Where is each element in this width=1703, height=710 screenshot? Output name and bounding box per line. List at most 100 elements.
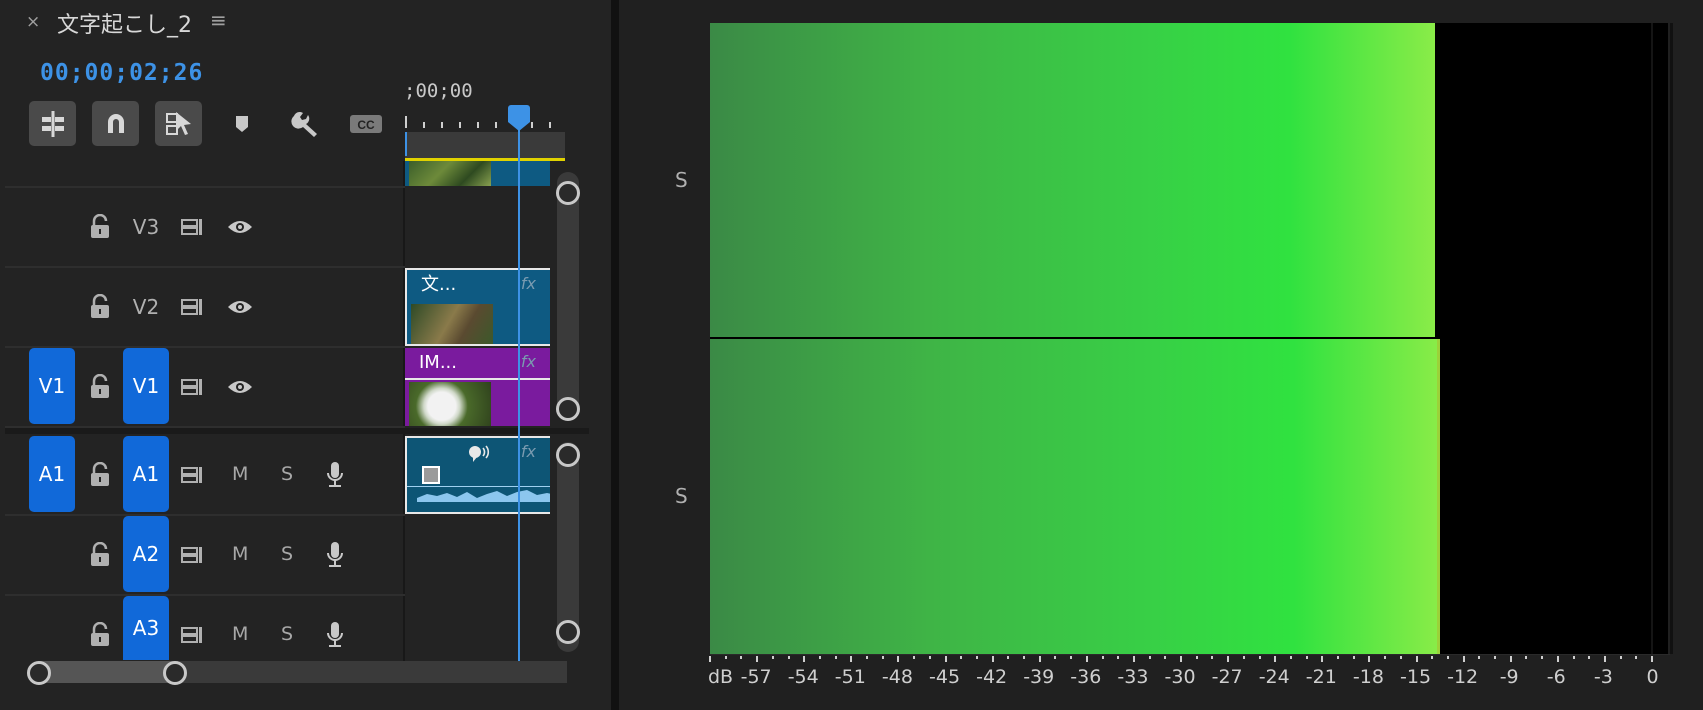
db-scale-tick [756, 656, 759, 662]
voice-over-record-mic-icon[interactable] [321, 539, 349, 571]
snap-button[interactable] [92, 101, 139, 146]
toggle-output-eye-icon[interactable] [225, 374, 255, 400]
db-scale-tick [1148, 656, 1151, 659]
db-scale-label: -9 [1499, 666, 1519, 688]
db-scale-tick [1368, 656, 1371, 662]
db-scale-tick [803, 656, 806, 662]
sync-lock-icon[interactable] [179, 374, 207, 400]
db-scale-tick [1635, 656, 1638, 659]
db-scale-label: dB [708, 666, 734, 688]
db-scale-tick [1509, 656, 1512, 662]
db-scale-tick [1023, 656, 1025, 659]
db-scale-tick [1305, 656, 1308, 659]
video-tracks-scrollbar[interactable] [557, 172, 579, 420]
solo-button-a3[interactable]: S [281, 623, 293, 645]
track-name-a2[interactable]: A2 [123, 516, 169, 592]
db-scale-tick [740, 656, 743, 659]
solo-button-a1[interactable]: S [281, 463, 293, 485]
db-scale-tick [1525, 656, 1528, 659]
track-name-v2[interactable]: V2 [123, 295, 169, 319]
close-tab-icon[interactable]: × [26, 12, 40, 32]
sync-lock-icon[interactable] [179, 462, 207, 488]
time-ruler-ticks[interactable] [405, 112, 565, 132]
sync-lock-icon[interactable] [179, 294, 207, 320]
sequence-tab-title[interactable]: 文字起こし_2 [57, 7, 192, 39]
track-name-a1[interactable]: A1 [123, 436, 169, 512]
lock-track-icon[interactable] [86, 621, 114, 649]
lock-track-icon[interactable] [86, 373, 114, 401]
db-scale-label: -24 [1258, 666, 1290, 688]
keyframe-handle[interactable] [422, 466, 440, 484]
timeline-panel: × 文字起こし_2 ≡ 00;00;02;26 CC ;00;00 V3 V2 … [0, 0, 611, 710]
db-scale-tick [787, 656, 790, 659]
insert-nest-button[interactable] [29, 101, 76, 146]
scroll-handle-bottom[interactable] [556, 620, 580, 644]
timeline-settings-button[interactable] [281, 101, 328, 146]
playhead-line[interactable] [518, 122, 520, 662]
db-scale-tick [1289, 656, 1292, 659]
panel-divider[interactable] [611, 0, 619, 710]
source-patch-v1[interactable]: V1 [29, 348, 75, 424]
clip-a1-audio[interactable]: fx [405, 436, 550, 514]
db-scale-tick [913, 656, 916, 659]
lock-track-icon[interactable] [86, 461, 114, 489]
playhead-timecode[interactable]: 00;00;02;26 [40, 60, 203, 86]
meter-bar-channel-1 [710, 23, 1436, 337]
db-scale-tick [1132, 656, 1135, 662]
db-scale-label: -57 [740, 666, 772, 688]
add-marker-button[interactable] [218, 101, 265, 146]
clip-v1-image[interactable]: IM... fx [405, 348, 550, 426]
scroll-handle-top[interactable] [556, 443, 580, 467]
toggle-output-eye-icon[interactable] [225, 294, 255, 320]
db-scale-label: -54 [787, 666, 819, 688]
channel-label-1[interactable]: S [675, 168, 688, 192]
track-name-v3[interactable]: V3 [123, 215, 169, 239]
db-scale-tick [1227, 656, 1230, 662]
mute-button-a3[interactable]: M [232, 623, 248, 645]
clip-partial-top[interactable] [405, 161, 550, 186]
solo-button-a2[interactable]: S [281, 543, 293, 565]
linked-selection-icon [165, 111, 191, 135]
db-scale-label: 0 [1646, 666, 1659, 688]
sync-lock-icon[interactable] [179, 622, 207, 648]
panel-menu-icon[interactable]: ≡ [210, 8, 227, 32]
fx-badge: fx [520, 274, 536, 293]
db-scale-tick [1274, 656, 1277, 662]
zoom-handle-left[interactable] [27, 661, 51, 685]
db-scale-label: -3 [1593, 666, 1613, 688]
video-audio-separator[interactable] [5, 428, 589, 434]
zoom-handle-right[interactable] [163, 661, 187, 685]
lock-track-icon[interactable] [86, 541, 114, 569]
db-scale-tick [897, 656, 900, 662]
mute-button-a2[interactable]: M [232, 543, 248, 565]
track-name-v1[interactable]: V1 [123, 348, 169, 424]
toggle-output-eye-icon[interactable] [225, 214, 255, 240]
zoom-scrollbar-thumb[interactable] [40, 661, 178, 683]
db-scale-tick [991, 656, 994, 662]
sync-lock-icon[interactable] [179, 214, 207, 240]
db-scale-label: -6 [1546, 666, 1566, 688]
playhead-handle[interactable] [508, 105, 530, 122]
voice-over-record-mic-icon[interactable] [321, 459, 349, 491]
mute-button-a1[interactable]: M [232, 463, 248, 485]
clip-v2-graphic[interactable]: 文... fx [405, 268, 550, 346]
scroll-handle-top[interactable] [556, 181, 580, 205]
db-scale-tick [1588, 656, 1591, 659]
fx-badge: fx [520, 442, 536, 461]
linked-selection-button[interactable] [155, 101, 202, 146]
channel-label-2[interactable]: S [675, 484, 688, 508]
db-scale-tick [866, 656, 868, 659]
lock-track-icon[interactable] [86, 213, 114, 241]
track-name-a3[interactable]: A3 [123, 596, 169, 660]
scroll-handle-bottom[interactable] [556, 397, 580, 421]
captions-button[interactable]: CC [342, 101, 389, 146]
lock-track-icon[interactable] [86, 293, 114, 321]
work-area-bar[interactable] [405, 132, 565, 158]
captions-cc-icon: CC [349, 114, 382, 133]
source-patch-a1[interactable]: A1 [29, 436, 75, 512]
sync-lock-icon[interactable] [179, 542, 207, 568]
voice-over-record-mic-icon[interactable] [321, 619, 349, 651]
clip-divider [405, 378, 550, 380]
db-scale-tick [709, 656, 711, 662]
db-scale-tick [1415, 656, 1418, 662]
